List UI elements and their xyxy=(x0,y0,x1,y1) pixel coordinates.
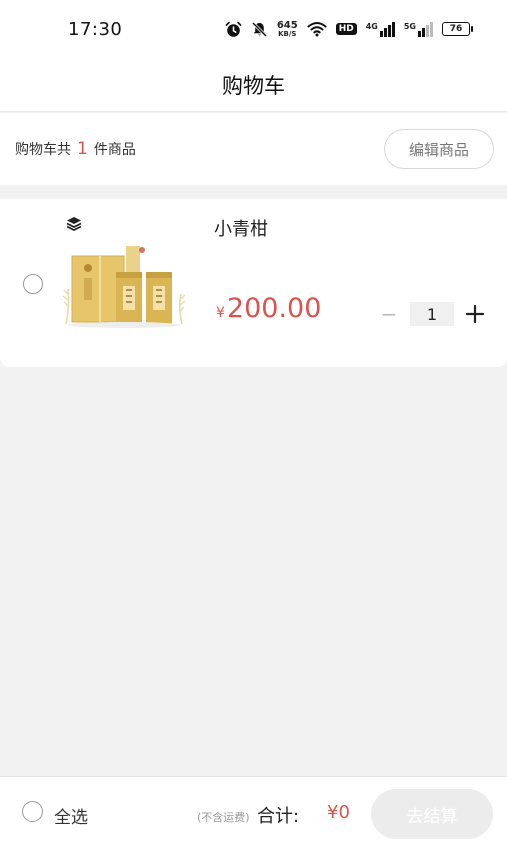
speed-value: 645 xyxy=(276,19,298,31)
item-select-radio[interactable] xyxy=(23,274,43,294)
alarm-icon xyxy=(225,21,242,38)
quantity-stepper: − 1 xyxy=(378,300,488,328)
cart-count-text: 购物车共 1 件商品 xyxy=(15,139,136,159)
signal-icon-2: 5G xyxy=(403,21,433,37)
cart-count: 1 xyxy=(77,139,88,159)
battery-icon: 76 xyxy=(442,22,473,36)
status-icons: 645 KB/S HD 4G 5G 76 xyxy=(225,19,473,38)
price-currency: ¥ xyxy=(216,305,225,321)
increase-quantity-button[interactable] xyxy=(462,300,488,328)
mute-icon xyxy=(251,21,268,38)
summary-suffix: 件商品 xyxy=(93,142,136,158)
network-speed: 645 KB/S xyxy=(276,19,298,38)
total-label: 合计: xyxy=(257,806,300,827)
summary-prefix: 购物车共 xyxy=(15,142,71,158)
signal-icon: 4G xyxy=(365,21,395,37)
wifi-icon xyxy=(307,21,327,37)
checkout-bar: 全选 (不含运费) 合计: ¥0 去结算 xyxy=(0,776,507,847)
edit-items-button[interactable]: 编辑商品 xyxy=(384,129,494,169)
checkout-button[interactable]: 去结算 xyxy=(371,789,493,839)
status-bar: 17:30 645 KB/S HD 4G 5G 76 xyxy=(0,0,507,58)
quantity-value[interactable]: 1 xyxy=(410,302,454,326)
cart-item: 小青柑 ¥ 200.00 − 1 xyxy=(0,199,507,367)
page-title: 购物车 xyxy=(222,73,285,98)
product-image[interactable] xyxy=(60,244,188,329)
decrease-quantity-button[interactable]: − xyxy=(378,300,400,328)
select-all-label[interactable]: 全选 xyxy=(54,803,88,828)
store-icon xyxy=(65,216,83,232)
hd-badge: HD xyxy=(335,23,357,35)
nav-bar: 购物车 xyxy=(0,58,507,112)
product-name[interactable]: 小青柑 xyxy=(214,215,268,241)
total-value: ¥0 xyxy=(327,802,350,823)
battery-level: 76 xyxy=(442,22,470,36)
product-price: ¥ 200.00 xyxy=(216,293,321,324)
network-type-1: 4G xyxy=(365,21,378,31)
plus-icon xyxy=(465,304,485,324)
price-amount: 200.00 xyxy=(226,293,322,324)
select-all-radio[interactable] xyxy=(22,801,43,822)
network-type-2: 5G xyxy=(403,21,416,31)
cart-summary: 购物车共 1 件商品 编辑商品 xyxy=(0,113,507,185)
shipping-note: (不含运费) xyxy=(197,811,250,824)
speed-unit: KB/S xyxy=(278,29,297,38)
status-time: 17:30 xyxy=(68,18,123,40)
